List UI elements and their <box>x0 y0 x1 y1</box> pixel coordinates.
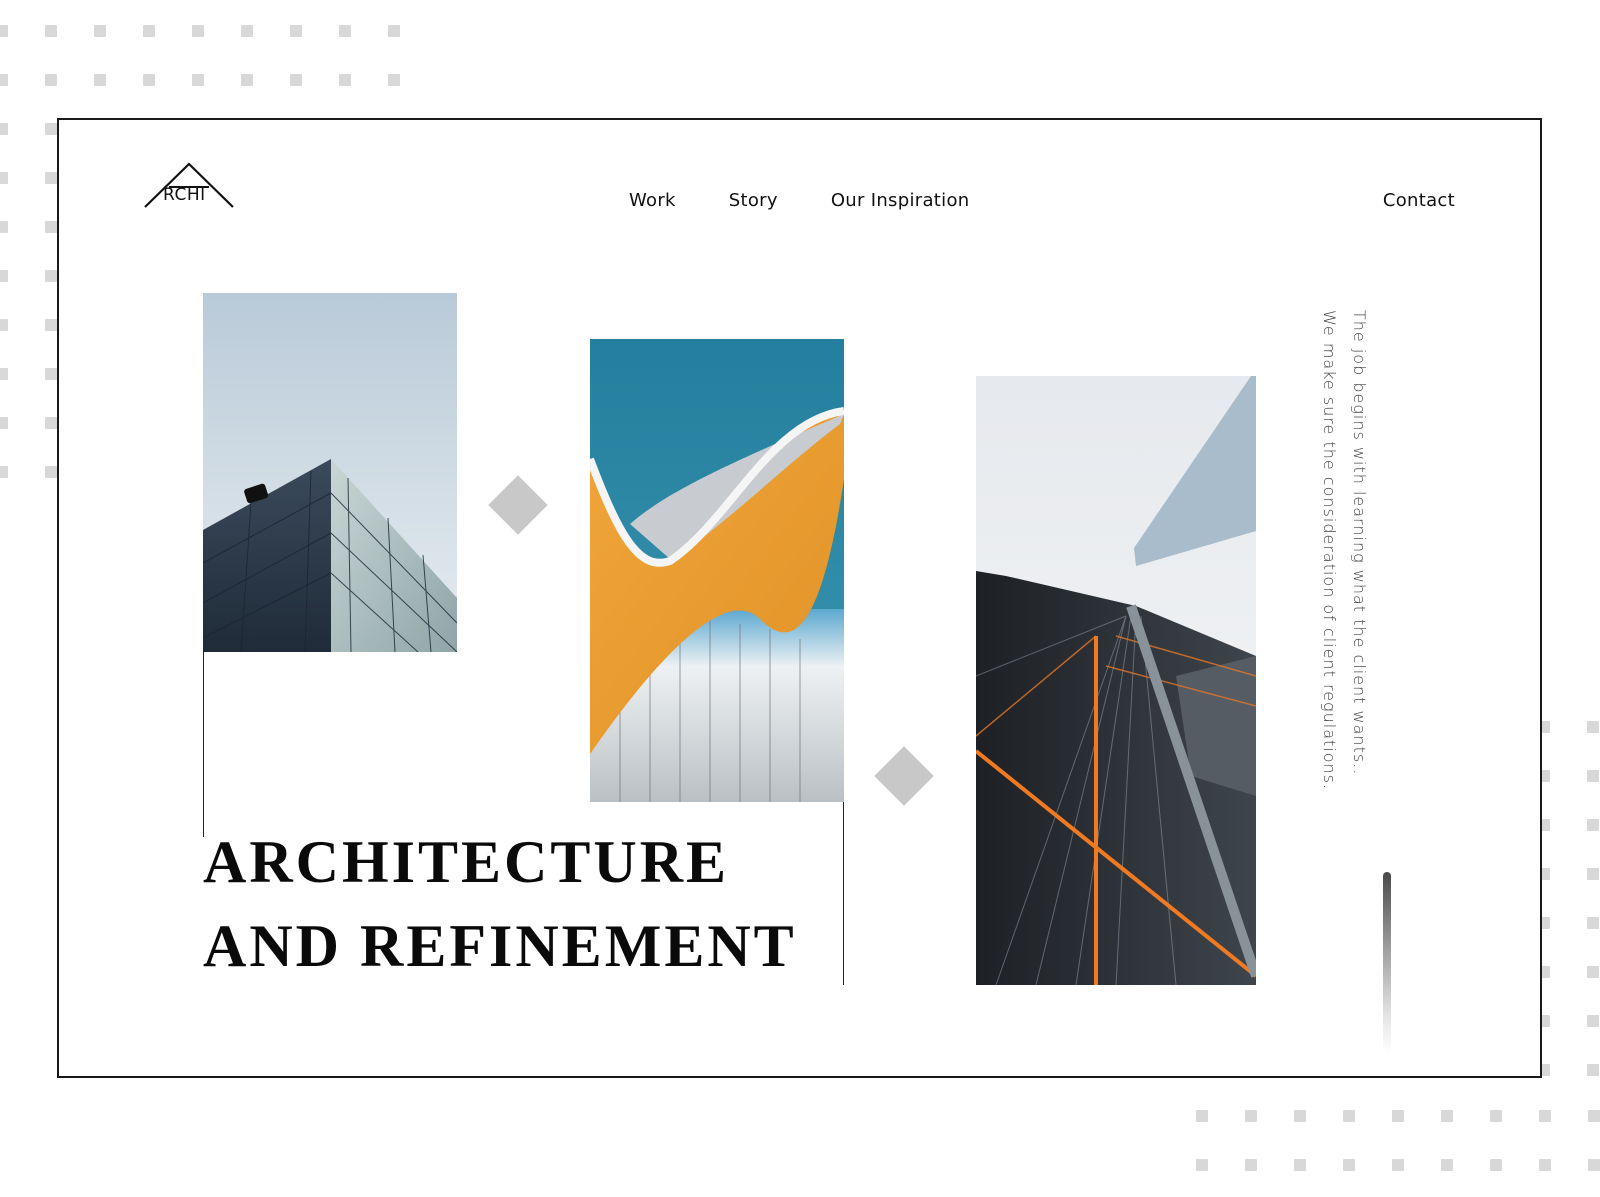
dot <box>290 25 302 37</box>
dot <box>45 417 57 429</box>
nav-story[interactable]: Story <box>729 190 778 211</box>
dot <box>1245 1159 1257 1171</box>
dot <box>0 319 8 331</box>
dot <box>1588 1110 1600 1122</box>
dot <box>1294 1159 1306 1171</box>
nav-work[interactable]: Work <box>629 190 676 211</box>
dot <box>0 368 8 380</box>
logo[interactable]: RCHI <box>143 160 235 210</box>
hero-headline: ARCHITECTURE AND REFINEMENT <box>203 820 797 988</box>
divider-line <box>203 652 204 837</box>
dot <box>1587 721 1599 733</box>
scroll-indicator[interactable] <box>1383 872 1391 1054</box>
dot <box>1539 1110 1551 1122</box>
dot <box>192 74 204 86</box>
dot <box>1392 1110 1404 1122</box>
dot <box>1441 1110 1453 1122</box>
dot <box>1588 1159 1600 1171</box>
dot <box>45 221 57 233</box>
dot <box>45 123 57 135</box>
dot <box>1343 1110 1355 1122</box>
nav-our-inspiration[interactable]: Our Inspiration <box>831 190 970 211</box>
dot <box>94 25 106 37</box>
logo-text: RCHI <box>163 185 206 205</box>
dot <box>1343 1159 1355 1171</box>
dot <box>1441 1159 1453 1171</box>
dot <box>0 172 8 184</box>
dot <box>1587 868 1599 880</box>
dot <box>388 25 400 37</box>
dot <box>0 221 8 233</box>
dot <box>0 270 8 282</box>
nav-contact[interactable]: Contact <box>1383 190 1455 211</box>
dot <box>1539 1159 1551 1171</box>
dot <box>1587 966 1599 978</box>
headline-line-2: AND REFINEMENT <box>203 913 797 979</box>
dot <box>1490 1159 1502 1171</box>
dot <box>45 319 57 331</box>
dot <box>45 270 57 282</box>
dot <box>241 74 253 86</box>
skyscrapers-photo <box>976 376 1256 985</box>
page-frame: RCHI Work Story Our Inspiration Contact <box>57 118 1542 1078</box>
dot <box>339 74 351 86</box>
main-nav: Work Story Our Inspiration <box>629 190 1022 211</box>
dot <box>339 25 351 37</box>
dot <box>45 74 57 86</box>
intro-text: The job begins with learning what the cl… <box>1314 310 1374 790</box>
diamond-decoration <box>874 746 934 806</box>
dot <box>290 74 302 86</box>
dot <box>45 368 57 380</box>
dot <box>1587 770 1599 782</box>
dot <box>388 74 400 86</box>
dot <box>192 25 204 37</box>
divider-line <box>843 802 844 985</box>
dot <box>143 25 155 37</box>
building-corner-photo <box>203 293 457 652</box>
dot <box>0 466 8 478</box>
dot <box>1294 1110 1306 1122</box>
headline-line-1: ARCHITECTURE <box>203 829 730 895</box>
dot <box>45 172 57 184</box>
intro-line-1: The job begins with learning what the cl… <box>1350 310 1369 776</box>
dot <box>0 123 8 135</box>
dot <box>1587 1015 1599 1027</box>
dot <box>1587 1064 1599 1076</box>
dot <box>0 25 8 37</box>
dot <box>0 417 8 429</box>
dot <box>0 74 8 86</box>
dot <box>1196 1159 1208 1171</box>
dot <box>1196 1110 1208 1122</box>
dot <box>1587 819 1599 831</box>
dot <box>45 25 57 37</box>
dot <box>1245 1110 1257 1122</box>
intro-line-2: We make sure the consideration of client… <box>1320 310 1339 791</box>
dot <box>241 25 253 37</box>
dot <box>143 74 155 86</box>
dot <box>45 466 57 478</box>
dot <box>1587 917 1599 929</box>
orange-wave-facade-photo <box>590 339 844 802</box>
dot <box>1490 1110 1502 1122</box>
dot <box>1392 1159 1404 1171</box>
diamond-decoration <box>488 475 548 535</box>
dot <box>94 74 106 86</box>
